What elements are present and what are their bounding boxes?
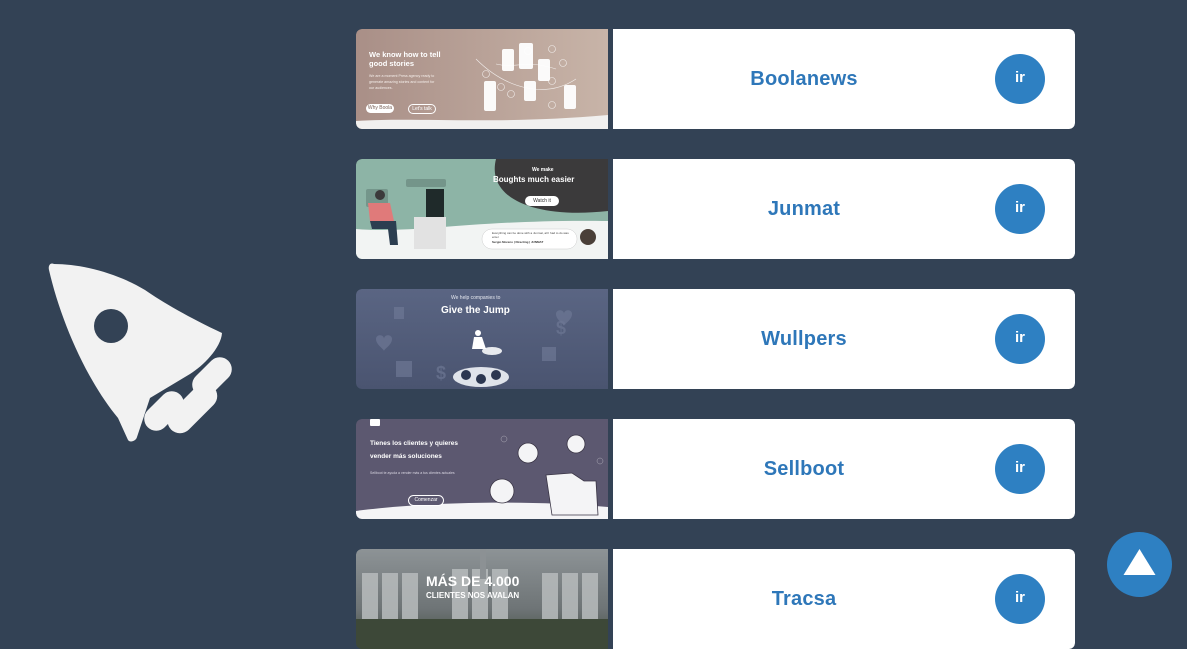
project-title: Sellboot bbox=[763, 458, 845, 480]
project-card-sellboot: Tienes los clientes y quieres vender más… bbox=[356, 419, 1075, 519]
project-title: Tracsa bbox=[771, 588, 837, 610]
thumb-headline: MÁS DE 4.000 bbox=[426, 573, 520, 589]
arrow-up-icon bbox=[1123, 549, 1156, 575]
thumb-kicker: We make bbox=[532, 167, 554, 173]
project-card-wullpers: $ $ We help companies to Give the Jump W… bbox=[356, 289, 1075, 389]
thumb-headline: We know how to tell good stories bbox=[369, 50, 441, 68]
project-card-boolanews: We know how to tell good stories We are … bbox=[356, 29, 1075, 129]
project-title: Junmat bbox=[767, 198, 841, 220]
thumb-button: Comenzar bbox=[408, 495, 444, 506]
thumb-kicker: We help companies to bbox=[451, 295, 501, 301]
go-button[interactable]: ir bbox=[995, 314, 1045, 364]
project-thumbnail-wullpers[interactable]: $ $ We help companies to Give the Jump bbox=[356, 289, 608, 389]
thumb-body: We are a moment Press agency ready to ge… bbox=[369, 74, 435, 90]
scroll-top-button[interactable] bbox=[1107, 532, 1172, 597]
thumb-quote-author: Sergio Moreno | Directing | JUNMAT bbox=[492, 240, 544, 244]
svg-text:$: $ bbox=[556, 318, 566, 338]
project-card-tracsa: MÁS DE 4.000 CLIENTES NOS AVALAN Tracsa … bbox=[356, 549, 1075, 649]
go-button[interactable]: ir bbox=[995, 184, 1045, 234]
thumb-headline: Give the Jump bbox=[441, 305, 510, 316]
thumb-button-primary: Why Boola bbox=[366, 104, 394, 113]
thumb-button-secondary: Let's talk bbox=[408, 104, 436, 114]
thumb-subheadline: CLIENTES NOS AVALAN bbox=[426, 591, 520, 600]
rocket-icon bbox=[40, 258, 240, 458]
project-thumbnail-sellboot[interactable]: Tienes los clientes y quieres vender más… bbox=[356, 419, 608, 519]
project-thumbnail-junmat[interactable]: We make Boughts much easier Watch it Eve… bbox=[356, 159, 608, 259]
svg-text:$: $ bbox=[436, 363, 446, 383]
project-thumbnail-tracsa[interactable]: MÁS DE 4.000 CLIENTES NOS AVALAN bbox=[356, 549, 608, 649]
go-button[interactable]: ir bbox=[995, 444, 1045, 494]
thumb-headline: Tienes los clientes y quieres vender más… bbox=[370, 440, 459, 460]
thumb-quote: Everything can be done with a Junmat, al… bbox=[492, 231, 569, 239]
thumb-headline: Boughts much easier bbox=[493, 175, 575, 184]
project-title: Boolanews bbox=[750, 68, 858, 90]
thumb-button: Watch it bbox=[525, 196, 559, 206]
project-thumbnail-boolanews[interactable]: We know how to tell good stories We are … bbox=[356, 29, 608, 129]
go-button[interactable]: ir bbox=[995, 574, 1045, 624]
project-card-junmat: We make Boughts much easier Watch it Eve… bbox=[356, 159, 1075, 259]
thumb-body: Sellboot te ayuda a vender más a tus cli… bbox=[370, 471, 455, 475]
go-button[interactable]: ir bbox=[995, 54, 1045, 104]
project-title: Wullpers bbox=[761, 328, 847, 350]
